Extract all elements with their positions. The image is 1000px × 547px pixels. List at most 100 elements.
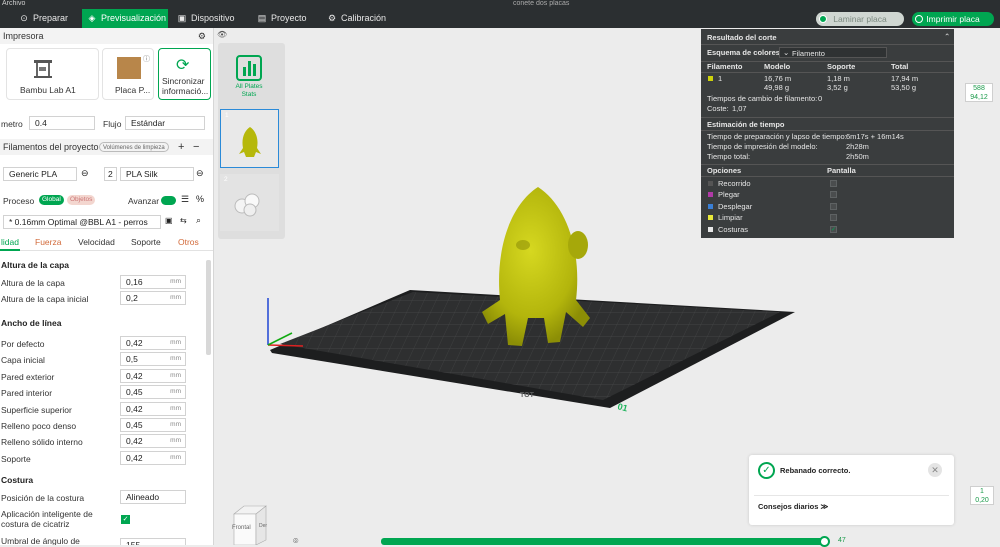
smart-seam-label-line1: Aplicación inteligente de [1, 509, 93, 519]
line-width-input[interactable]: 0,42 mm [120, 401, 186, 416]
camera-icon[interactable]: ⌾ [293, 536, 298, 545]
filament-1-swatch [708, 76, 713, 81]
line-width-group-title: Ancho de línea [1, 318, 62, 328]
flow-select[interactable]: Estándar [125, 116, 205, 130]
layer-top-indicator[interactable]: 588 94,12 [965, 83, 993, 102]
color-scheme-select[interactable]: ⌄ Filamento [779, 47, 887, 58]
close-notification-icon[interactable]: ✕ [928, 463, 942, 477]
save-preset-icon[interactable]: ▣ [165, 216, 173, 225]
collapse-icon[interactable]: ⌃ [944, 32, 950, 41]
option-label: Costuras [718, 224, 749, 234]
tab-quality[interactable]: lidad [1, 237, 19, 247]
tab-device[interactable]: ▣ Dispositivo [172, 9, 242, 28]
tab-speed[interactable]: Velocidad [78, 237, 115, 247]
success-check-icon: ✓ [758, 462, 775, 479]
process-objects-toggle[interactable]: Objetos [67, 195, 96, 205]
axis-x [267, 344, 304, 347]
move-slider-thumb[interactable] [819, 536, 830, 547]
option-label: Recorrido [718, 179, 751, 188]
line-width-input[interactable]: 0,42 mm [120, 368, 186, 383]
tab-prepare[interactable]: ⊙ Preparar [14, 9, 82, 28]
process-preset-select[interactable]: * 0.16mm Optimal @BBL A1 - perros [3, 215, 161, 229]
tab-preview[interactable]: ◈ Previsualización [82, 9, 168, 28]
eye-icon[interactable]: 👁 [217, 30, 227, 39]
line-width-label: Relleno sólido interno [1, 437, 83, 448]
move-slider[interactable] [381, 538, 825, 545]
layer-bottom-indicator[interactable]: 1 0,20 [970, 486, 994, 505]
tab-others[interactable]: Otros [178, 237, 199, 247]
threshold-input[interactable]: 155 [120, 538, 186, 545]
layer-height-group-title: Altura de la capa [1, 260, 70, 270]
result-title: Resultado del corte [707, 33, 777, 42]
filament-2-remove-icon[interactable]: ⊖ [196, 168, 204, 179]
sync-printer-button[interactable]: ⟳ Sincronizar informació... [158, 48, 211, 100]
tab-quality-underline [0, 249, 20, 251]
option-label: Plegar [718, 190, 740, 200]
seam-position-select[interactable]: Alineado [120, 490, 186, 504]
plate-card[interactable]: ⓘ Placa P... [102, 48, 154, 100]
smart-seam-checkbox[interactable]: ✓ [121, 515, 130, 524]
plate-2-thumbnail[interactable]: 2 [220, 174, 279, 231]
line-width-input[interactable]: 0,42 mm [120, 336, 186, 350]
tab-strength[interactable]: Fuerza [35, 237, 61, 247]
remove-filament-icon[interactable]: − [193, 139, 199, 155]
file-menu[interactable]: Archivo [2, 0, 25, 7]
daily-tips-link[interactable]: Consejos diarios ≫ [758, 502, 828, 511]
preview-icon: ◈ [88, 13, 96, 23]
option-display-checkbox[interactable] [830, 214, 837, 222]
slice-notification: ✓ Rebanado correcto. ✕ Consejos diarios … [749, 455, 954, 525]
layer-height-label: Altura de la capa [1, 278, 65, 288]
initial-layer-height-input[interactable]: 0,2 mm [120, 291, 186, 305]
initial-layer-height-label: Altura de la capa inicial [1, 294, 89, 304]
print-dropdown-icon[interactable] [915, 15, 923, 23]
rocket-thumbnail [239, 127, 261, 157]
line-width-input[interactable]: 0,42 mm [120, 434, 186, 449]
option-display-checkbox[interactable] [830, 202, 837, 210]
color-scheme-label: Esquema de colores [707, 48, 780, 57]
line-width-input[interactable]: 0,42 mm [120, 450, 186, 465]
line-width-input[interactable]: 0,45 mm [120, 385, 186, 400]
nozzle-diameter-label: metro [1, 119, 23, 129]
nozzle-diameter-select[interactable]: 0.4 [29, 116, 95, 130]
slice-dropdown-icon[interactable] [819, 15, 827, 23]
percent-icon[interactable]: % [196, 194, 204, 204]
time-estimate-title: Estimación de tiempo [707, 120, 785, 129]
list-icon[interactable]: ☰ [181, 194, 189, 205]
process-global-toggle[interactable]: Global [39, 195, 64, 205]
slice-plate-button[interactable]: Laminar placa [816, 12, 904, 26]
option-display-checkbox[interactable] [830, 180, 837, 187]
compare-icon[interactable]: ⇆ [180, 216, 187, 225]
all-plates-stats-button[interactable]: All Plates Stats [226, 53, 272, 103]
tab-support[interactable]: Soporte [131, 237, 161, 247]
slicing-result-panel: Resultado del corte ⌃ Esquema de colores… [701, 29, 954, 238]
printer-icon [34, 60, 52, 78]
option-display-checkbox[interactable]: ✓ [830, 225, 837, 233]
line-width-input[interactable]: 0,45 mm [120, 418, 186, 432]
tab-project[interactable]: ▤ Proyecto [252, 9, 312, 28]
plate-1-thumbnail[interactable]: 1 [220, 109, 279, 168]
print-plate-button[interactable]: Imprimir placa [912, 12, 994, 26]
option-display-checkbox[interactable] [830, 191, 837, 199]
tab-calibration[interactable]: ⚙ Calibración [322, 9, 390, 28]
line-width-label: Superficie superior [1, 404, 72, 415]
filament-1-select[interactable]: Generic PLA [3, 167, 77, 181]
plates-panel: 👁 All Plates Stats 1 2 [217, 30, 285, 239]
bed-label: 01 [616, 401, 628, 413]
threshold-label: Umbral de ángulo de [1, 536, 80, 545]
option-color-swatch [708, 192, 713, 198]
printer-settings-gear-icon[interactable]: ⚙ [198, 28, 206, 44]
add-filament-icon[interactable]: + [178, 139, 184, 155]
sidebar-scrollbar[interactable] [206, 260, 211, 355]
filament-1-remove-icon[interactable]: ⊖ [81, 168, 89, 179]
filament-2-select[interactable]: PLA Silk [120, 167, 194, 181]
line-width-label: Por defecto [1, 339, 45, 349]
search-icon[interactable]: ⌕ [196, 215, 201, 226]
flush-volumes-button[interactable]: Volúmenes de limpieza [99, 142, 169, 152]
view-cube[interactable]: Frontal Der [230, 500, 270, 545]
line-width-input[interactable]: 0,5 mm [120, 352, 186, 367]
printer-card[interactable]: Bambu Lab A1 [6, 48, 99, 100]
device-icon: ▣ [177, 13, 187, 23]
advanced-toggle[interactable] [161, 196, 176, 205]
layer-height-input[interactable]: 0,16 mm [120, 275, 186, 289]
info-icon[interactable]: ⓘ [143, 54, 150, 64]
